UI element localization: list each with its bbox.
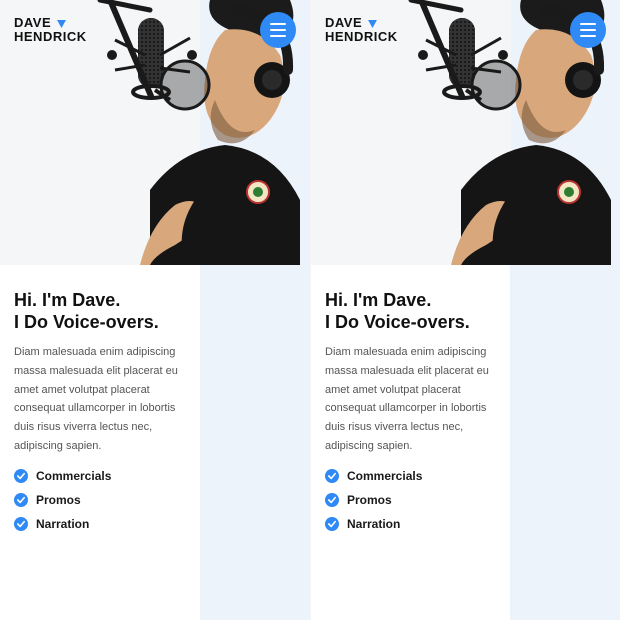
list-item: Narration xyxy=(14,517,184,531)
feature-label: Narration xyxy=(36,517,89,531)
feature-list: Commercials Promos Narration xyxy=(14,469,184,531)
logo-line1: DAVE xyxy=(14,15,51,30)
hero-body-text: Diam malesuada enim adipiscing massa mal… xyxy=(14,343,184,455)
feature-label: Promos xyxy=(36,493,81,507)
logo-line1: DAVE xyxy=(325,15,362,30)
hero-content: Hi. I'm Dave. I Do Voice-overs. Diam mal… xyxy=(14,290,184,531)
logo-line2: HENDRICK xyxy=(14,29,87,44)
site-logo[interactable]: DAVE HENDRICK xyxy=(14,16,87,44)
list-item: Promos xyxy=(14,493,184,507)
triangle-down-icon xyxy=(368,17,377,31)
feature-label: Narration xyxy=(347,517,400,531)
hamburger-icon xyxy=(580,23,596,25)
menu-button[interactable] xyxy=(570,12,606,48)
check-circle-icon xyxy=(14,517,28,531)
triangle-down-icon xyxy=(57,17,66,31)
hero-heading: Hi. I'm Dave. I Do Voice-overs. xyxy=(325,290,495,333)
preview-panel: DAVE HENDRICK Hi. I'm Dave. I Do Voice-o… xyxy=(310,0,620,620)
list-item: Promos xyxy=(325,493,495,507)
check-circle-icon xyxy=(14,469,28,483)
feature-label: Commercials xyxy=(36,469,111,483)
feature-label: Commercials xyxy=(347,469,422,483)
hero-content: Hi. I'm Dave. I Do Voice-overs. Diam mal… xyxy=(325,290,495,531)
check-circle-icon xyxy=(325,469,339,483)
list-item: Commercials xyxy=(14,469,184,483)
feature-list: Commercials Promos Narration xyxy=(325,469,495,531)
site-logo[interactable]: DAVE HENDRICK xyxy=(325,16,398,44)
list-item: Commercials xyxy=(325,469,495,483)
feature-label: Promos xyxy=(347,493,392,507)
preview-panel: DAVE HENDRICK Hi. I'm Dave. I Do Voice-o… xyxy=(0,0,310,620)
hero-body-text: Diam malesuada enim adipiscing massa mal… xyxy=(325,343,495,455)
hero-heading: Hi. I'm Dave. I Do Voice-overs. xyxy=(14,290,184,333)
hamburger-icon xyxy=(270,23,286,25)
menu-button[interactable] xyxy=(260,12,296,48)
logo-line2: HENDRICK xyxy=(325,29,398,44)
check-circle-icon xyxy=(14,493,28,507)
list-item: Narration xyxy=(325,517,495,531)
check-circle-icon xyxy=(325,517,339,531)
check-circle-icon xyxy=(325,493,339,507)
